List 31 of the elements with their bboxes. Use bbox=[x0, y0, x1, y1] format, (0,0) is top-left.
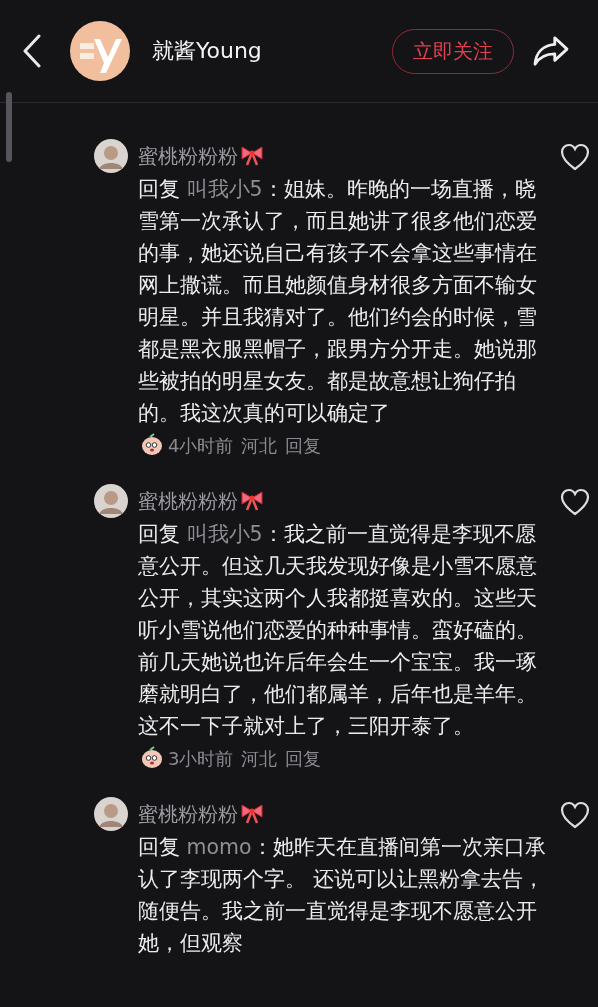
mention-link[interactable]: 叫我小5 bbox=[186, 177, 263, 201]
comment-time: 4小时前 bbox=[168, 435, 234, 456]
peach-emoji-icon bbox=[140, 746, 164, 770]
username[interactable]: 蜜桃粉粉粉 bbox=[138, 487, 238, 515]
comment-location: 河北 bbox=[241, 435, 278, 456]
back-icon[interactable] bbox=[22, 34, 42, 68]
reply-link[interactable]: 回复 bbox=[285, 435, 322, 456]
like-icon[interactable] bbox=[560, 488, 590, 516]
comment-text: 回复 叫我小5：姐妹。昨晚的一场直播，晓雪第一次承认了，而且她讲了很多他们恋爱的事，她还说自己有孩子不会拿这些事情在网上撒谎。而且她颜值身材很多方面不输女明星。并且我猜对了。他们约会的时候，雪都是黑衣服黑帽子，跟男方分开走。她说那些被拍的明星女友。都是故意想让狗仔拍的。我这次真的可以确定了 bbox=[138, 177, 537, 425]
mention-link[interactable]: momo bbox=[186, 835, 252, 859]
account-avatar[interactable] bbox=[70, 21, 130, 81]
user-avatar[interactable] bbox=[94, 484, 128, 518]
comment-text: 回复 momo：她昨天在直播间第一次亲口承认了李现两个字。 还说可以让黑粉拿去告，随便告。我之前一直觉得是李现不愿意公开她，但观察 bbox=[138, 835, 546, 955]
scrollbar bbox=[6, 92, 12, 162]
comment-text: 回复 叫我小5：我之前一直觉得是李现不愿意公开。但这几天我发现好像是小雪不愿意公开，其实这两个人我都挺喜欢的。这些天听小雪说他们恋爱的种种事情。蛮好磕的。前几天她说也许后年会生一个宝宝。我一琢磨就明白了，他们都属羊，后年也是羊年。这不一下子就对上了，三阳开泰了。 bbox=[138, 522, 537, 738]
peach-emoji-icon bbox=[140, 433, 164, 457]
share-icon[interactable] bbox=[532, 35, 570, 67]
account-name[interactable]: 就酱Young bbox=[152, 36, 392, 66]
comment-time: 3小时前 bbox=[168, 748, 234, 769]
user-avatar[interactable] bbox=[94, 797, 128, 831]
username[interactable]: 蜜桃粉粉粉 bbox=[138, 800, 238, 828]
bow-icon bbox=[240, 145, 264, 167]
comment-location: 河北 bbox=[241, 748, 278, 769]
user-avatar[interactable] bbox=[94, 139, 128, 173]
mention-link[interactable]: 叫我小5 bbox=[186, 522, 263, 546]
like-icon[interactable] bbox=[560, 143, 590, 171]
reply-link[interactable]: 回复 bbox=[285, 748, 322, 769]
bow-icon bbox=[240, 803, 264, 825]
like-icon[interactable] bbox=[560, 801, 590, 829]
username[interactable]: 蜜桃粉粉粉 bbox=[138, 142, 238, 170]
bow-icon bbox=[240, 490, 264, 512]
